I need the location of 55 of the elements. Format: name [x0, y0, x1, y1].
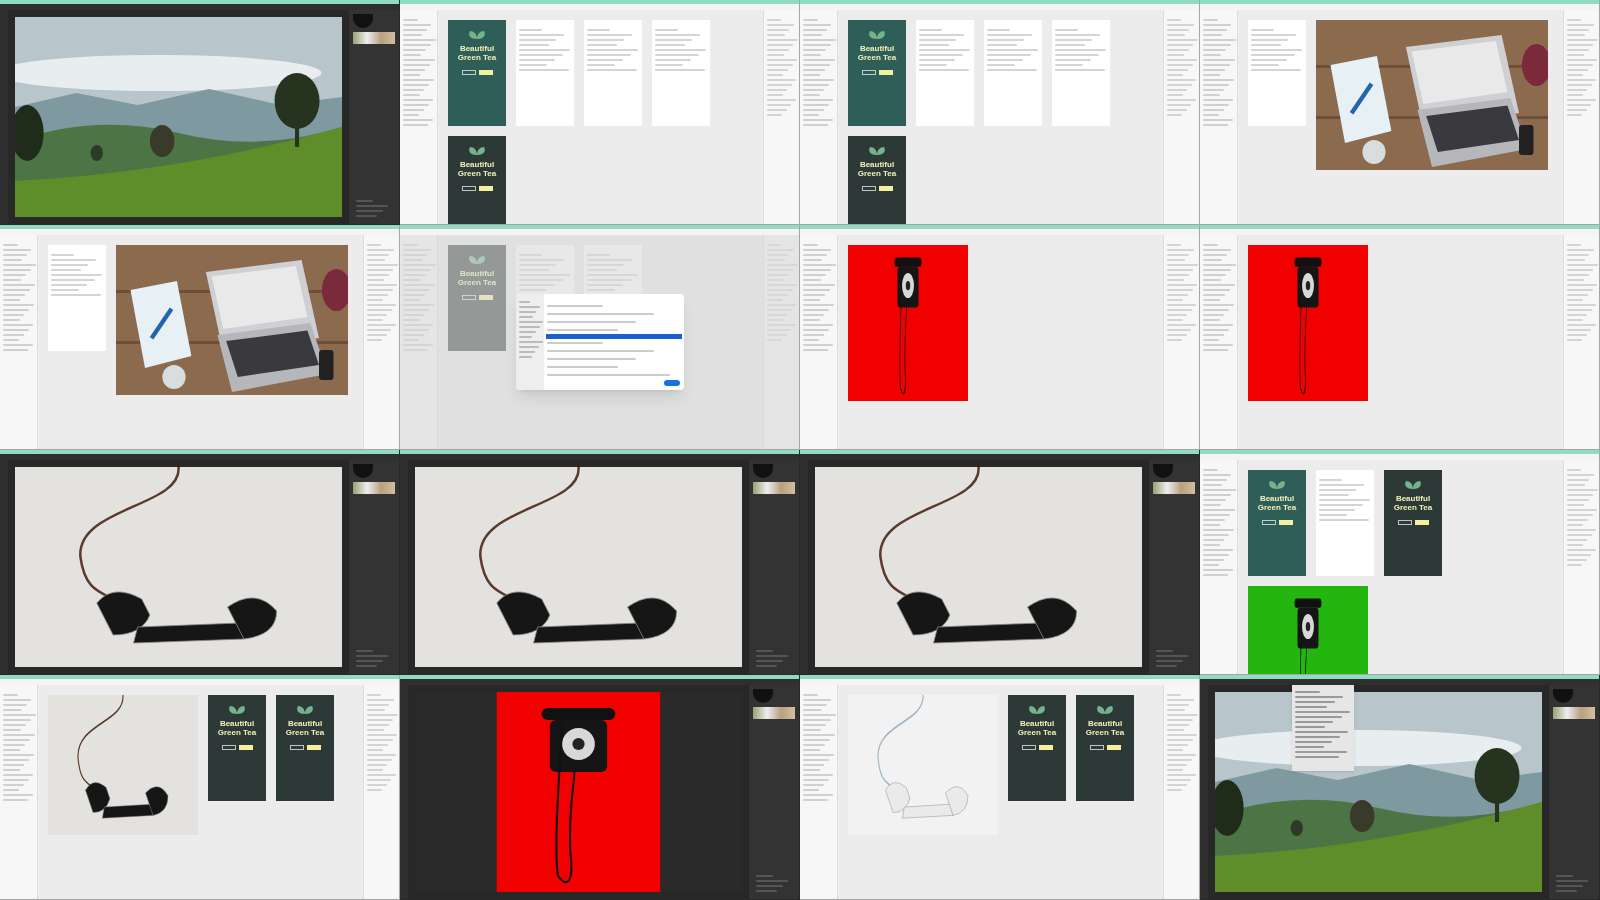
card-title: Beautiful Green Tea [1084, 719, 1126, 737]
buy-button[interactable] [1414, 520, 1429, 525]
outline-button[interactable] [461, 70, 476, 75]
swatch-tile [1553, 689, 1573, 703]
leaf-icon [1027, 705, 1047, 715]
swatch-tile [353, 482, 395, 494]
swatch-tile [353, 14, 373, 28]
swatch-tile [753, 464, 773, 478]
leaf-icon [467, 255, 487, 265]
buy-button[interactable] [878, 70, 893, 75]
leaf-icon [1267, 480, 1287, 490]
outline-button[interactable] [1089, 745, 1104, 750]
card-title: Beautiful Green Tea [856, 44, 898, 62]
swatch-tile [1153, 464, 1173, 478]
buy-button[interactable] [478, 186, 493, 191]
buy-button[interactable] [478, 70, 493, 75]
swatch-tile [1153, 482, 1195, 494]
outline-button[interactable] [221, 745, 236, 750]
outline-button[interactable] [861, 186, 876, 191]
outline-button[interactable] [1397, 520, 1412, 525]
leaf-icon [867, 30, 887, 40]
buy-button[interactable] [878, 186, 893, 191]
card-title: Beautiful Green Tea [456, 269, 498, 287]
card-title: Beautiful Green Tea [456, 44, 498, 62]
leaf-icon [867, 146, 887, 156]
swatch-tile [1553, 707, 1595, 719]
swatch-tile [353, 32, 395, 44]
swatch-tile [753, 707, 795, 719]
outline-button[interactable] [289, 745, 304, 750]
card-title: Beautiful Green Tea [1392, 494, 1434, 512]
open-button[interactable] [663, 380, 680, 386]
swatch-tile [353, 464, 373, 478]
outline-button[interactable] [1021, 745, 1036, 750]
leaf-icon [227, 705, 247, 715]
card-title: Beautiful Green Tea [1256, 494, 1298, 512]
card-title: Beautiful Green Tea [1016, 719, 1058, 737]
leaf-icon [467, 146, 487, 156]
outline-button[interactable] [861, 70, 876, 75]
outline-button[interactable] [461, 186, 476, 191]
card-title: Beautiful Green Tea [456, 160, 498, 178]
buy-button[interactable] [1106, 745, 1121, 750]
card-title: Beautiful Green Tea [856, 160, 898, 178]
leaf-icon [1403, 480, 1423, 490]
buy-button[interactable] [1038, 745, 1053, 750]
swatch-tile [753, 689, 773, 703]
swatch-tile [753, 482, 795, 494]
card-title: Beautiful Green Tea [284, 719, 326, 737]
outline-button[interactable] [1261, 520, 1276, 525]
buy-button[interactable] [238, 745, 253, 750]
leaf-icon [1095, 705, 1115, 715]
buy-button[interactable] [1278, 520, 1293, 525]
buy-button[interactable] [306, 745, 321, 750]
card-title: Beautiful Green Tea [216, 719, 258, 737]
leaf-icon [467, 30, 487, 40]
leaf-icon [295, 705, 315, 715]
